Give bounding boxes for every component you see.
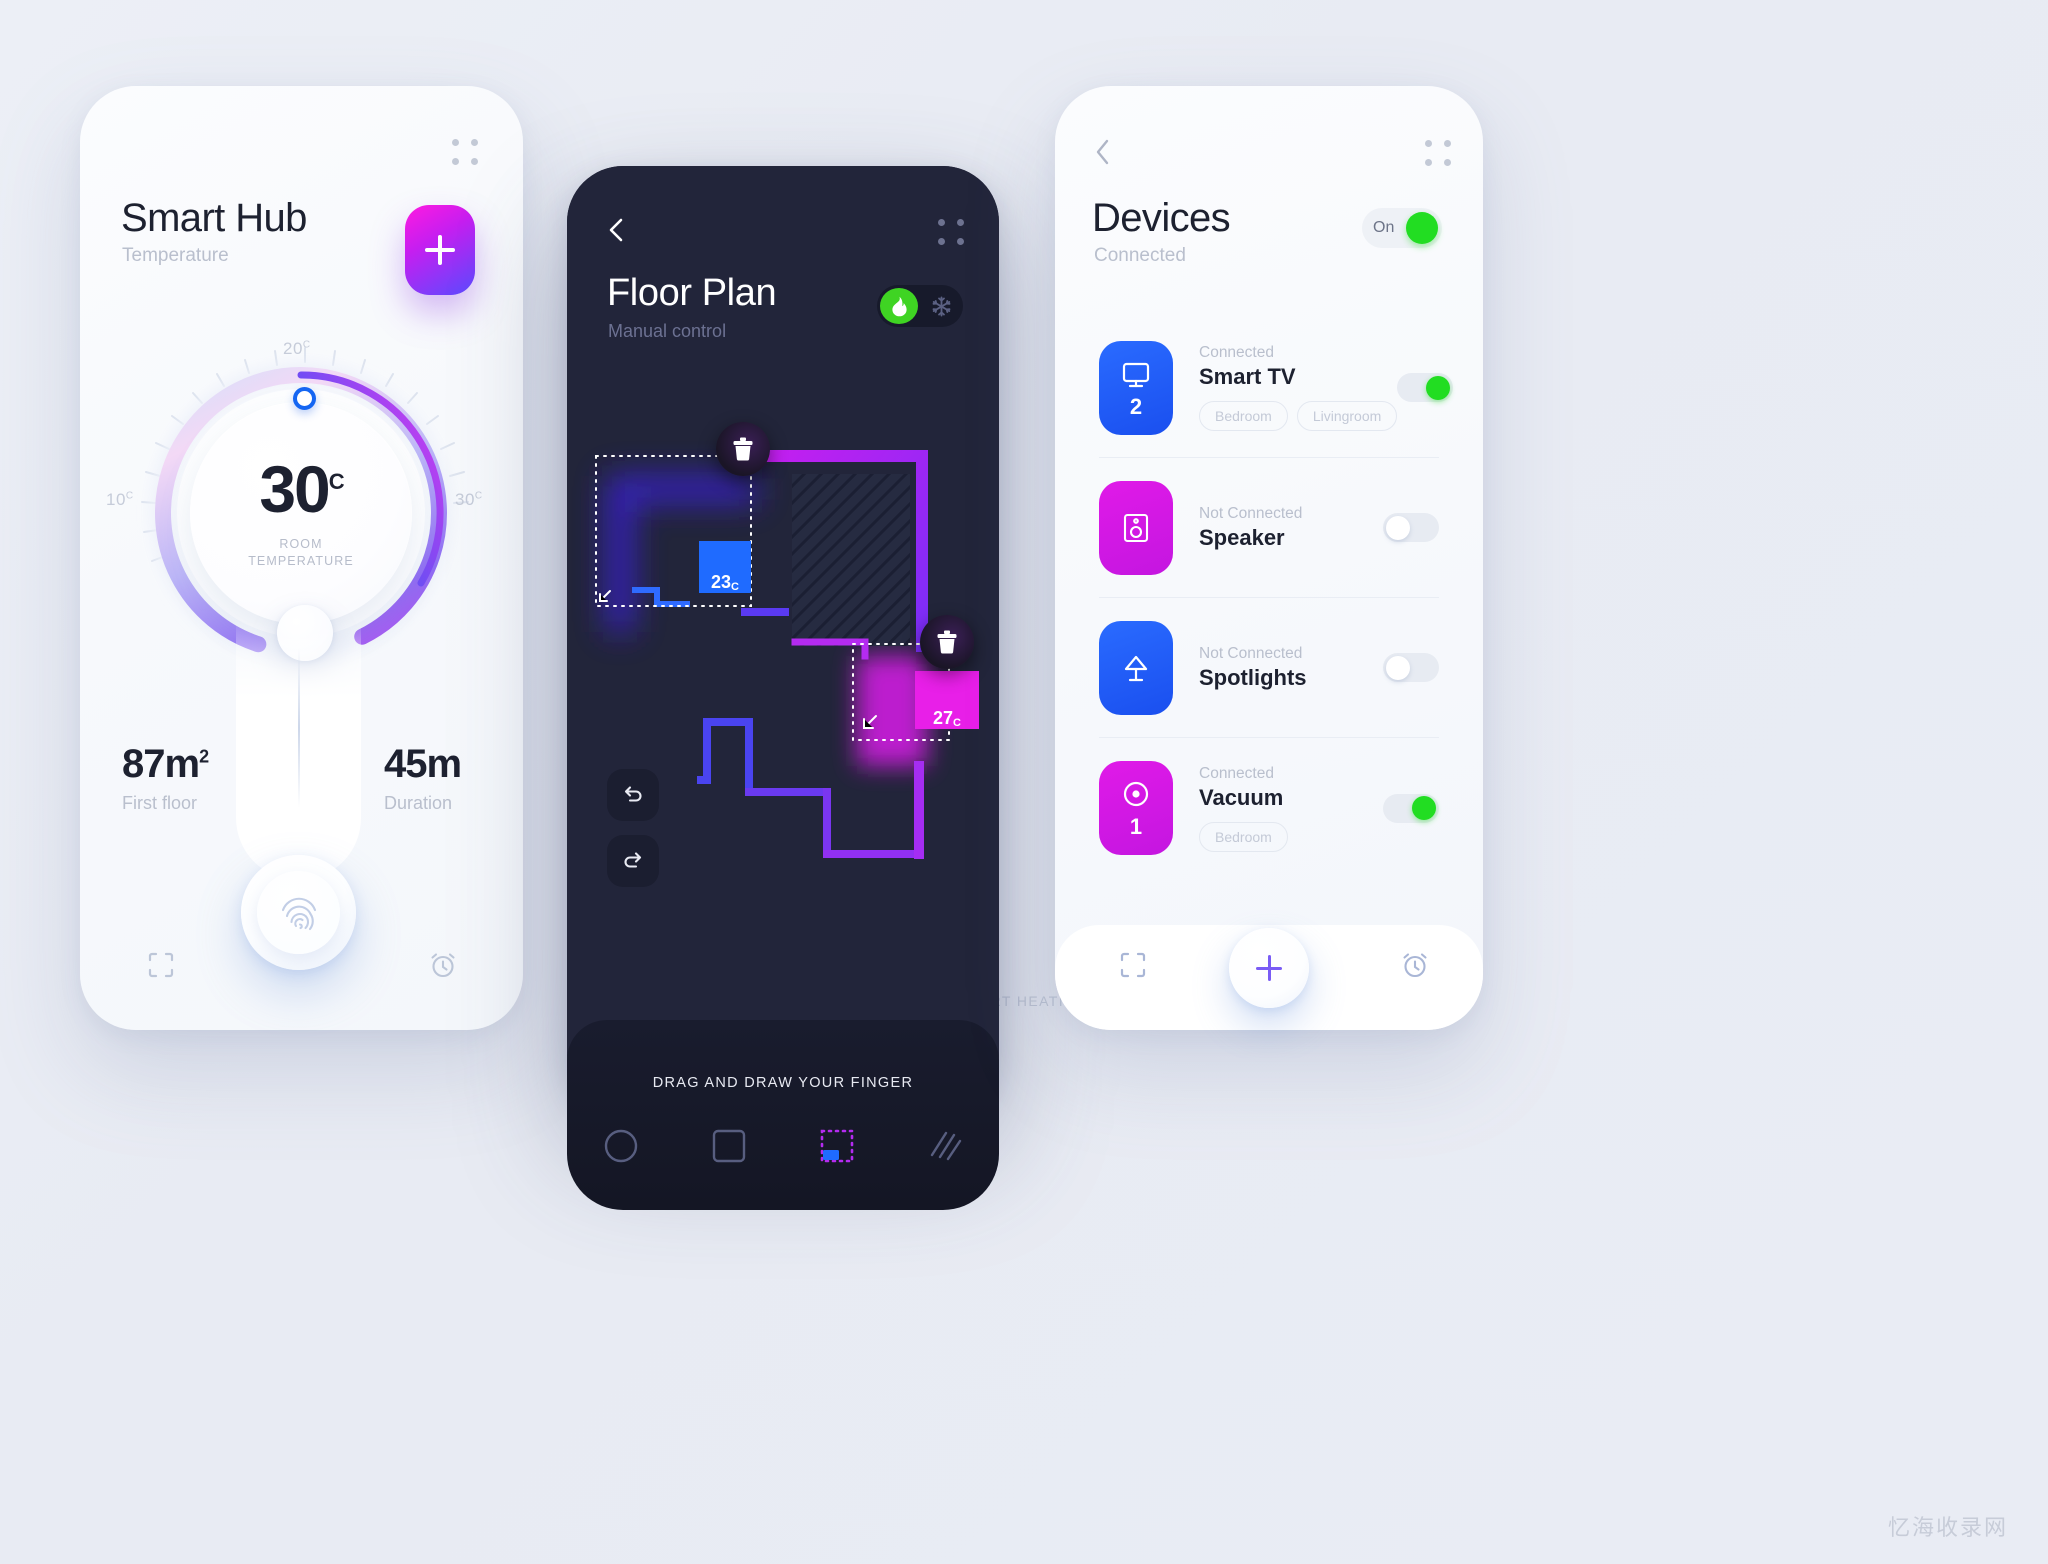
hatched-area <box>792 474 910 646</box>
device-tile: 1 <box>1099 761 1173 855</box>
scan-icon[interactable] <box>146 950 176 985</box>
device-status: Connected <box>1199 344 1274 361</box>
redo-button[interactable] <box>607 835 659 887</box>
watermark: 忆海收录网 <box>1887 1516 2008 1541</box>
heat-mode-option[interactable] <box>880 288 918 324</box>
device-tags: Bedroom <box>1199 821 1383 852</box>
dial-scale-20: 20C <box>283 339 311 358</box>
device-toggle[interactable] <box>1383 653 1439 682</box>
fingerprint-button[interactable] <box>241 855 356 970</box>
snowflake-icon <box>932 296 950 316</box>
device-tile <box>1099 620 1173 715</box>
master-toggle-label: On <box>1373 219 1395 236</box>
master-toggle-knob <box>1406 212 1438 244</box>
grid-dots-icon[interactable] <box>452 139 478 165</box>
page-title: Smart Hub <box>121 196 307 240</box>
page-title: Floor Plan <box>607 272 777 314</box>
device-name: Spotlights <box>1199 664 1307 690</box>
back-button[interactable] <box>600 213 634 247</box>
vacuum-icon <box>1123 781 1149 807</box>
dial-scale-30: 30C <box>455 490 483 509</box>
speaker-icon <box>1123 513 1149 542</box>
alarm-icon[interactable] <box>428 950 458 985</box>
device-status: Not Connected <box>1199 504 1303 522</box>
tv-icon <box>1122 362 1150 387</box>
fingerprint-icon <box>281 897 316 930</box>
drag-hint-label: DRAG AND DRAW YOUR FINGER <box>652 1075 914 1091</box>
trash-icon <box>937 630 957 654</box>
undo-button[interactable] <box>607 769 659 821</box>
device-toggle[interactable] <box>1383 793 1439 823</box>
redo-icon <box>624 852 642 868</box>
chevron-left-icon <box>609 218 623 242</box>
scan-icon[interactable] <box>1118 950 1148 985</box>
device-tile: 2 <box>1099 340 1173 435</box>
device-row-spotlights[interactable]: Not Connected Spotlights <box>1099 598 1439 738</box>
device-name: Smart TV <box>1199 364 1296 389</box>
device-toggle[interactable] <box>1383 513 1439 542</box>
flame-icon <box>891 296 907 316</box>
floor-plan-toolbar-tray <box>567 1020 999 1210</box>
chevron-left-icon <box>1096 139 1109 165</box>
device-tile <box>1099 480 1173 575</box>
grid-dots-icon[interactable] <box>938 219 964 245</box>
dial-handle-upper[interactable] <box>293 387 316 410</box>
device-count: 1 <box>1129 814 1143 839</box>
square-icon <box>712 1129 746 1162</box>
fingerprint-stem <box>236 620 361 880</box>
device-list: 2 Connected Smart TV Bedroom Livingroom … <box>1055 318 1483 878</box>
stat-duration: 45m Duration <box>384 742 462 813</box>
start-heating-label[interactable]: START HEATING <box>0 993 2048 1009</box>
spotlight-icon <box>1124 655 1148 681</box>
undo-icon <box>624 786 642 802</box>
device-tag[interactable]: Bedroom <box>1199 401 1288 431</box>
cool-mode-option[interactable] <box>922 288 960 324</box>
trash-icon <box>733 437 753 461</box>
device-tag[interactable]: Bedroom <box>1199 821 1288 852</box>
stat-floor-area: 87m2 First floor <box>122 742 209 813</box>
device-name: Speaker <box>1199 524 1285 550</box>
heat-cool-toggle[interactable] <box>877 285 963 327</box>
dial-scale-10: 10C <box>106 490 134 509</box>
plus-icon <box>1256 955 1282 981</box>
device-toggle[interactable] <box>1397 373 1454 402</box>
device-tags: Bedroom Livingroom <box>1199 401 1398 431</box>
temperature-value: 30C <box>259 452 344 527</box>
grid-dots-icon[interactable] <box>1425 140 1451 166</box>
zone-1-delete-button[interactable] <box>716 422 770 476</box>
zone-2-delete-button[interactable] <box>920 615 974 669</box>
device-status: Not Connected <box>1199 644 1303 662</box>
device-tag[interactable]: Livingroom <box>1296 401 1398 431</box>
tool-select[interactable] <box>818 1127 856 1170</box>
tool-hatch[interactable] <box>926 1127 964 1170</box>
device-row-smart-tv[interactable]: 2 Connected Smart TV Bedroom Livingroom <box>1099 318 1454 458</box>
device-status: Connected <box>1199 764 1274 782</box>
dial-caption: ROOM TEMPERATURE <box>248 537 354 568</box>
master-power-toggle[interactable]: On <box>1362 208 1442 248</box>
zone-2-temperature: 27 C <box>933 708 961 729</box>
page-subtitle: Manual control <box>608 321 727 341</box>
tool-circle[interactable] <box>602 1127 640 1170</box>
circle-icon <box>604 1129 638 1162</box>
alarm-icon[interactable] <box>1400 950 1430 985</box>
add-device-fab[interactable] <box>1229 928 1309 1008</box>
plus-icon <box>425 235 455 265</box>
hatch-fill-icon <box>930 1131 962 1160</box>
page-subtitle: Connected <box>1094 245 1186 266</box>
back-button[interactable] <box>1088 136 1118 168</box>
page-subtitle: Temperature <box>122 245 229 266</box>
add-device-button[interactable] <box>405 205 475 295</box>
tool-square[interactable] <box>710 1127 748 1170</box>
dial-face: 30C ROOM TEMPERATURE <box>190 402 412 624</box>
shape-tool-bar[interactable] <box>567 1118 999 1178</box>
zone-1-temperature: 23 C <box>711 572 739 593</box>
device-count: 2 <box>1129 393 1143 419</box>
device-row-speaker[interactable]: Not Connected Speaker <box>1099 458 1439 598</box>
device-row-vacuum[interactable]: 1 Connected Vacuum Bedroom <box>1099 738 1439 878</box>
device-name: Vacuum <box>1199 784 1284 810</box>
page-title: Devices <box>1092 196 1231 240</box>
marquee-select-icon <box>820 1129 854 1162</box>
